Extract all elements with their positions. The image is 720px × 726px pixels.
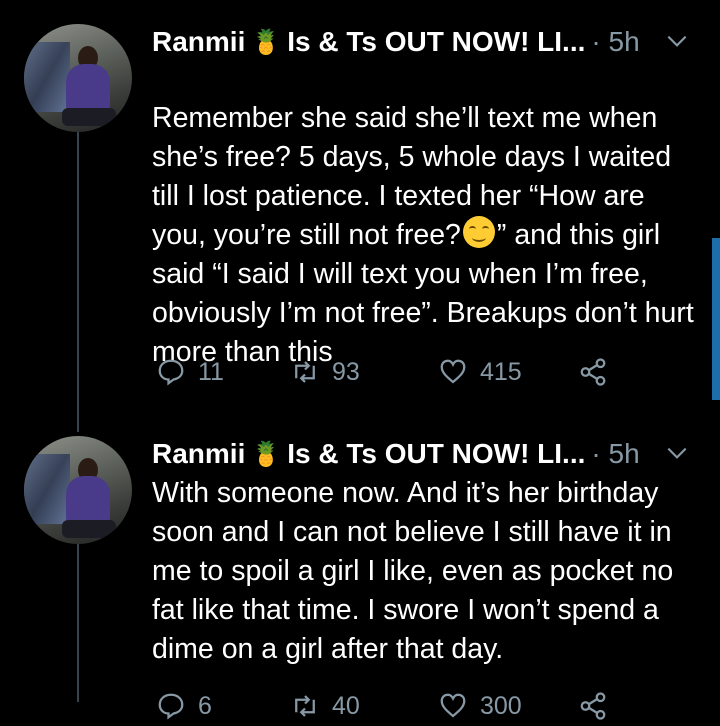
avatar[interactable] [24, 436, 132, 544]
reply-icon [158, 693, 184, 720]
reply-count: 6 [198, 691, 212, 720]
chevron-down-icon[interactable] [664, 440, 690, 466]
timestamp[interactable]: · 5h [591, 438, 639, 470]
tweet-text: With someone now. And it’s her birthday … [152, 477, 674, 665]
chevron-down-icon[interactable] [664, 28, 690, 54]
reply-button[interactable]: 11 [156, 357, 224, 387]
share-button[interactable] [578, 691, 608, 721]
share-icon [580, 358, 606, 386]
avatar[interactable] [24, 24, 132, 132]
retweet-button[interactable]: 93 [290, 357, 360, 387]
timestamp[interactable]: · 5h [591, 26, 639, 58]
pineapple-emoji: 🍍 [251, 440, 282, 468]
like-button[interactable]: 300 [438, 691, 522, 721]
author-name-suffix[interactable]: Is & Ts OUT NOW! LI... [287, 26, 585, 58]
retweet-icon [295, 695, 315, 717]
reply-button[interactable]: 6 [156, 691, 212, 721]
like-count: 415 [480, 357, 522, 386]
smiling-face-emoji [462, 216, 495, 248]
tweet-text: Remember she said she’ll text me when sh… [152, 60, 697, 372]
tweet[interactable]: Ranmii 🍍 Is & Ts OUT NOW! LI... · 5h Wit… [0, 420, 720, 720]
heart-icon [440, 693, 466, 718]
author-name[interactable]: Ranmii [152, 26, 245, 58]
tweet-header: Ranmii 🍍 Is & Ts OUT NOW! LI... · 5h [152, 434, 640, 474]
like-button[interactable]: 415 [438, 357, 522, 387]
retweet-button[interactable]: 40 [290, 691, 360, 721]
reply-count: 11 [198, 357, 224, 386]
pineapple-emoji: 🍍 [251, 28, 282, 56]
retweet-count: 40 [332, 691, 360, 720]
author-name-suffix[interactable]: Is & Ts OUT NOW! LI... [287, 438, 585, 470]
retweet-icon [295, 361, 315, 383]
like-count: 300 [480, 691, 522, 720]
retweet-count: 93 [332, 357, 360, 386]
author-name[interactable]: Ranmii [152, 438, 245, 470]
share-icon [580, 692, 606, 720]
heart-icon [440, 359, 466, 384]
reply-icon [158, 359, 184, 386]
tweet-header: Ranmii 🍍 Is & Ts OUT NOW! LI... · 5h [152, 22, 640, 62]
tweet[interactable]: Ranmii 🍍 Is & Ts OUT NOW! LI... · 5h Rem… [0, 0, 720, 420]
share-button[interactable] [578, 357, 608, 387]
